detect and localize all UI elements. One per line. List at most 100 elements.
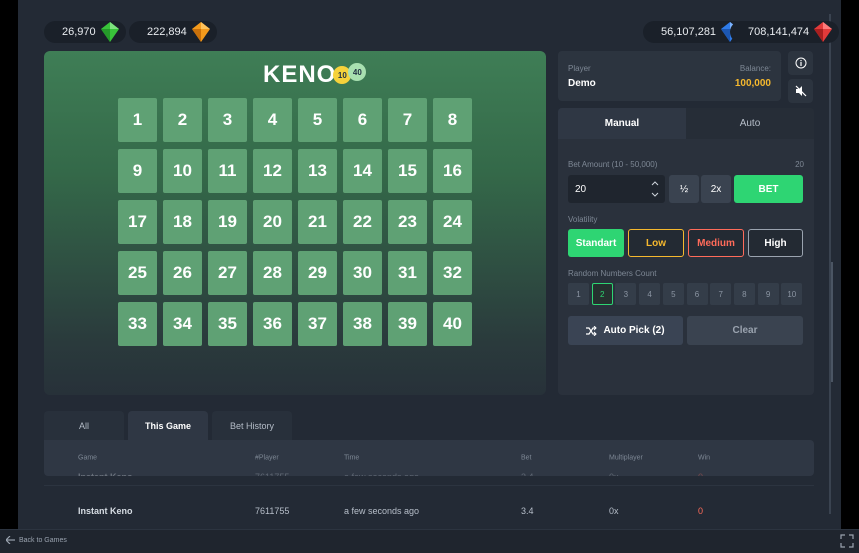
bet-amount-input[interactable]: 20 — [568, 175, 665, 203]
clear-button[interactable]: Clear — [687, 316, 803, 345]
keno-number-cell[interactable]: 4 — [253, 98, 292, 142]
scrollbar-thumb[interactable] — [831, 262, 833, 382]
volatility-high[interactable]: High — [748, 229, 803, 257]
keno-board: KENO 10 40 1 2 3 4 5 6 7 8 9 10 11 12 13 14 15 16 17 18 19… — [44, 51, 546, 395]
random-count-option[interactable]: 9 — [757, 283, 779, 305]
app-frame: 26,970 222,894 56,107,281 708,141,474 KE… — [18, 0, 841, 553]
keno-number-cell[interactable]: 31 — [388, 251, 427, 295]
bet-amount-label: Bet Amount (10 - 50,000) — [568, 160, 658, 169]
back-to-games-link[interactable]: Back to Games — [6, 536, 67, 544]
keno-number-cell[interactable]: 35 — [208, 302, 247, 346]
keno-number-cell[interactable]: 10 — [163, 149, 202, 193]
keno-number-cell[interactable]: 18 — [163, 200, 202, 244]
volatility-low[interactable]: Low — [628, 229, 684, 257]
random-count-option[interactable]: 4 — [639, 283, 661, 305]
keno-number-cell[interactable]: 20 — [253, 200, 292, 244]
keno-number-cell[interactable]: 26 — [163, 251, 202, 295]
random-count-option[interactable]: 6 — [686, 283, 708, 305]
info-icon — [795, 57, 806, 69]
bet-amount-value: 20 — [575, 183, 587, 195]
player-name: Demo — [568, 78, 596, 89]
random-count-option[interactable]: 5 — [662, 283, 684, 305]
random-count-option[interactable]: 10 — [781, 283, 803, 305]
balance-value: 100,000 — [734, 78, 771, 89]
keno-number-cell[interactable]: 22 — [343, 200, 382, 244]
half-bet-button[interactable]: ½ — [669, 175, 699, 203]
keno-number-cell[interactable]: 14 — [343, 149, 382, 193]
keno-number-cell[interactable]: 7 — [388, 98, 427, 142]
fullscreen-icon[interactable] — [840, 534, 854, 548]
keno-number-cell[interactable]: 16 — [433, 149, 472, 193]
arrow-left-icon — [6, 536, 15, 544]
orange-gem-icon — [191, 22, 210, 42]
bet-amount-max: 20 — [795, 160, 804, 169]
player-card: Player Demo Balance: 100,000 — [558, 51, 781, 101]
cell-time: a few seconds ago — [344, 506, 420, 516]
random-count-option[interactable]: 8 — [733, 283, 755, 305]
column-game: Game — [78, 454, 98, 462]
footer-bar: Back to Games — [0, 529, 859, 553]
keno-number-cell[interactable]: 21 — [298, 200, 337, 244]
balance-value: 708,141,474 — [748, 26, 810, 38]
keno-number-cell[interactable]: 28 — [253, 251, 292, 295]
keno-number-cell[interactable]: 1 — [118, 98, 157, 142]
tab-bet-history[interactable]: Bet History — [212, 411, 292, 441]
bet-card: Manual Auto Bet Amount (10 - 50,000) 20 … — [558, 108, 814, 395]
keno-number-cell[interactable]: 3 — [208, 98, 247, 142]
tab-auto[interactable]: Auto — [686, 108, 814, 139]
sound-muted-icon — [795, 85, 806, 97]
keno-number-cell[interactable]: 32 — [433, 251, 472, 295]
cell-game: Instant Keno — [78, 506, 133, 516]
keno-number-cell[interactable]: 39 — [388, 302, 427, 346]
keno-number-cell[interactable]: 12 — [253, 149, 292, 193]
keno-number-cell[interactable]: 36 — [253, 302, 292, 346]
balance-label: Balance: — [739, 64, 771, 73]
keno-number-cell[interactable]: 34 — [163, 302, 202, 346]
keno-number-cell[interactable]: 5 — [298, 98, 337, 142]
keno-number-cell[interactable]: 13 — [298, 149, 337, 193]
volatility-medium[interactable]: Medium — [688, 229, 744, 257]
red-gem-icon — [814, 22, 833, 42]
keno-number-cell[interactable]: 9 — [118, 149, 157, 193]
balance-value: 222,894 — [147, 26, 187, 38]
double-bet-button[interactable]: 2x — [701, 175, 731, 203]
auto-pick-button[interactable]: Auto Pick (2) — [568, 316, 683, 345]
keno-number-cell[interactable]: 11 — [208, 149, 247, 193]
history-tabs: All This Game Bet History — [44, 411, 296, 441]
keno-number-cell[interactable]: 33 — [118, 302, 157, 346]
tab-this-game[interactable]: This Game — [128, 411, 208, 441]
volatility-label: Volatility — [568, 215, 598, 224]
keno-number-cell[interactable]: 37 — [298, 302, 337, 346]
keno-number-cell[interactable]: 29 — [298, 251, 337, 295]
random-count-option[interactable]: 7 — [710, 283, 732, 305]
keno-number-cell[interactable]: 6 — [343, 98, 382, 142]
sound-toggle-button[interactable] — [788, 79, 813, 103]
bet-button[interactable]: BET — [734, 175, 803, 203]
cell-player: 7611755 — [255, 506, 290, 516]
volatility-standart[interactable]: Standart — [568, 229, 624, 257]
random-count-option[interactable]: 1 — [568, 283, 589, 305]
keno-number-cell[interactable]: 30 — [343, 251, 382, 295]
tab-manual[interactable]: Manual — [558, 108, 686, 139]
stepper-arrows-icon[interactable] — [651, 180, 659, 198]
random-count-option[interactable]: 3 — [615, 283, 637, 305]
keno-number-cell[interactable]: 23 — [388, 200, 427, 244]
keno-number-cell[interactable]: 8 — [433, 98, 472, 142]
random-count-option[interactable]: 2 — [591, 283, 613, 305]
player-label: Player — [568, 64, 591, 73]
keno-number-cell[interactable]: 19 — [208, 200, 247, 244]
info-button[interactable] — [788, 51, 813, 75]
balance-value: 56,107,281 — [661, 26, 717, 38]
cell-mult: 0x — [609, 506, 619, 516]
keno-number-cell[interactable]: 24 — [433, 200, 472, 244]
keno-number-cell[interactable]: 25 — [118, 251, 157, 295]
table-row: Instant Keno 7611755 a few seconds ago 3… — [44, 496, 814, 526]
keno-number-cell[interactable]: 38 — [343, 302, 382, 346]
keno-number-cell[interactable]: 27 — [208, 251, 247, 295]
keno-number-cell[interactable]: 17 — [118, 200, 157, 244]
keno-number-cell[interactable]: 2 — [163, 98, 202, 142]
keno-number-cell[interactable]: 15 — [388, 149, 427, 193]
keno-number-cell[interactable]: 40 — [433, 302, 472, 346]
logo-text: KENO — [263, 61, 337, 88]
tab-all[interactable]: All — [44, 411, 124, 441]
